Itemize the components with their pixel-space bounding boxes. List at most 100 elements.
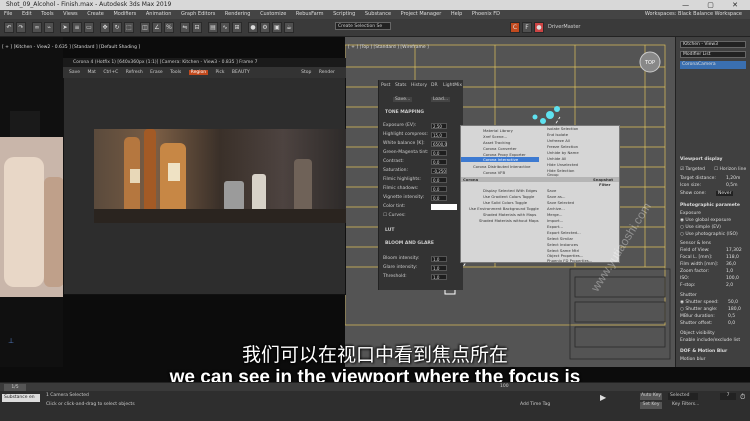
shutter-angle-value[interactable]: 180,0 bbox=[728, 307, 741, 312]
quad-item-select-similar[interactable]: Select Similar bbox=[547, 236, 573, 241]
vfb-tools-button[interactable]: Tools bbox=[170, 70, 181, 75]
rect-select-icon[interactable]: ▭ bbox=[84, 22, 94, 33]
photographic-rollout[interactable]: Photographic paramete bbox=[680, 203, 740, 208]
select-icon[interactable]: ➤ bbox=[60, 22, 70, 33]
quad-item-export-selected[interactable]: Export Selected... bbox=[547, 230, 581, 235]
selected-dropdown[interactable]: Selected bbox=[668, 393, 698, 400]
quad-item-shaded-without-maps[interactable]: Shaded Materials without Maps bbox=[479, 218, 539, 223]
modifier-list-dropdown[interactable]: Modifier List bbox=[680, 51, 746, 58]
menu-rendering[interactable]: Rendering bbox=[225, 11, 251, 17]
scale-icon[interactable]: ⬚ bbox=[124, 22, 134, 33]
quad-item-shaded-with-maps[interactable]: Shaded Materials with Maps bbox=[483, 212, 536, 217]
highlight-compress-value[interactable]: 15,0 bbox=[431, 132, 447, 138]
bloom-intensity-value[interactable]: 1,0 bbox=[431, 256, 447, 262]
auto-key-button[interactable]: Auto Key bbox=[640, 393, 662, 400]
menu-graph-editors[interactable]: Graph Editors bbox=[181, 11, 215, 17]
targeted-checkbox[interactable]: ☑ Targeted bbox=[680, 167, 705, 172]
quad-item-unfreeze-all[interactable]: Unfreeze All bbox=[547, 138, 570, 143]
render-icon[interactable]: ☕ bbox=[284, 22, 294, 33]
show-cone-dropdown[interactable]: Never bbox=[716, 191, 734, 196]
vfb-tab-stats[interactable]: Stats bbox=[395, 83, 407, 88]
exposure-param-value[interactable]: 2,50 bbox=[431, 123, 447, 129]
redo-icon[interactable]: ↷ bbox=[16, 22, 26, 33]
quad-item-corona-converter[interactable]: Corona Converter bbox=[483, 146, 517, 151]
quad-item-unhide-all[interactable]: Unhide All bbox=[547, 156, 566, 161]
script-listener[interactable]: Substance en bbox=[2, 394, 40, 402]
tm-load-button[interactable]: Load... bbox=[431, 97, 451, 102]
color-tint-swatch[interactable] bbox=[431, 204, 457, 210]
object-name-field[interactable]: Kitchen - View3 bbox=[680, 41, 746, 48]
vfb-save-button[interactable]: Save bbox=[69, 70, 80, 75]
angle-snap-icon[interactable]: ∠ bbox=[152, 22, 162, 33]
menu-substance[interactable]: Substance bbox=[365, 11, 391, 17]
percent-snap-icon[interactable]: % bbox=[164, 22, 174, 33]
link-icon[interactable]: ∞ bbox=[32, 22, 42, 33]
target-distance-value[interactable]: 1,20m bbox=[726, 176, 740, 181]
quad-item-isolate-selection[interactable]: Isolate Selection bbox=[547, 126, 578, 131]
spinner-box[interactable]: 1/5 bbox=[4, 384, 26, 391]
saturation-value[interactable]: -0,250 bbox=[431, 168, 447, 174]
zoom-factor-value[interactable]: 1,0 bbox=[726, 269, 733, 274]
quad-item-display-edges[interactable]: Display Selected With Edges bbox=[483, 188, 537, 193]
horizon-line-checkbox[interactable]: ☐ Horizon line bbox=[714, 167, 746, 172]
menu-create[interactable]: Create bbox=[87, 11, 104, 17]
quad-item-select-instances[interactable]: Select Instances bbox=[547, 242, 578, 247]
unlink-icon[interactable]: ⌁ bbox=[44, 22, 54, 33]
quad-item-xref-scene[interactable]: Xref Scene... bbox=[483, 134, 507, 139]
bloom-glare-header[interactable]: BLOOM AND GLARE bbox=[385, 241, 434, 246]
set-key-button[interactable]: Set Key bbox=[640, 402, 662, 409]
menu-rebusfarm[interactable]: RebusFarm bbox=[296, 11, 324, 17]
vfb-pass-dropdown[interactable]: BEAUTY bbox=[232, 70, 250, 75]
vfb-erase-button[interactable]: Erase bbox=[150, 70, 163, 75]
quad-item-save-as[interactable]: Save as... bbox=[547, 194, 565, 199]
menu-project-manager[interactable]: Project Manager bbox=[401, 11, 442, 17]
filmic-highlights-value[interactable]: 0,0 bbox=[431, 177, 447, 183]
schematic-icon[interactable]: ⊞ bbox=[232, 22, 242, 33]
menu-file[interactable]: File bbox=[4, 11, 12, 17]
modifier-stack-item[interactable]: CoronaCamera bbox=[680, 61, 746, 69]
exposure-simple-radio[interactable]: ○ Use simple (EV) bbox=[680, 225, 721, 230]
quad-item-material-library[interactable]: Material Library bbox=[483, 128, 513, 133]
quad-item-gradient-colors[interactable]: Use Gradient Colors Toggle bbox=[483, 194, 534, 199]
corona-icon[interactable]: C bbox=[510, 22, 520, 33]
layer-icon[interactable]: ▤ bbox=[208, 22, 218, 33]
left-viewport-label[interactable]: [ + ] [Kitchen - View2 - 0.635 ] [Standa… bbox=[2, 45, 140, 50]
undo-icon[interactable]: ↶ bbox=[4, 22, 14, 33]
vfb-tab-lightmix[interactable]: LightMix bbox=[443, 83, 462, 88]
curve-editor-icon[interactable]: ∿ bbox=[220, 22, 230, 33]
iso-value[interactable]: 100,0 bbox=[726, 276, 739, 281]
quad-item-corona-vfb[interactable]: Corona VFB bbox=[483, 170, 505, 175]
mirror-icon[interactable]: ⇋ bbox=[180, 22, 190, 33]
align-icon[interactable]: ⊟ bbox=[192, 22, 202, 33]
render-frame-icon[interactable]: ▣ bbox=[272, 22, 282, 33]
vfb-tab-history[interactable]: History bbox=[411, 83, 427, 88]
shutter-offset-value[interactable]: 0,0 bbox=[728, 321, 735, 326]
filmic-shadows-value[interactable]: 0,0 bbox=[431, 186, 447, 192]
top-viewport-label[interactable]: [ + ] [Top ] [Standard ] [Wireframe ] bbox=[348, 45, 429, 50]
quad-item-solid-colors[interactable]: Use Solid Colors Toggle bbox=[483, 200, 527, 205]
curves-checkbox[interactable]: ☐ Curves: bbox=[383, 213, 406, 218]
focal-length-value[interactable]: 118,0 bbox=[726, 255, 739, 260]
current-frame-field[interactable]: 7 bbox=[720, 393, 736, 400]
lut-header[interactable]: LUT bbox=[385, 228, 394, 233]
menu-views[interactable]: Views bbox=[63, 11, 77, 17]
time-config-icon[interactable]: ⏱ bbox=[740, 393, 745, 402]
quad-item-phoenix-properties[interactable]: Phoenix FD Properties... bbox=[547, 258, 592, 262]
exposure-global-radio[interactable]: ◉ Use global exposure bbox=[680, 218, 731, 223]
menu-modifiers[interactable]: Modifiers bbox=[113, 11, 136, 17]
quad-item-archive[interactable]: Archive... bbox=[547, 206, 565, 211]
workspace-selector[interactable]: Workspaces: Black Balance Workspace bbox=[645, 10, 742, 19]
quad-item-import[interactable]: Import... bbox=[547, 218, 563, 223]
quad-item-export[interactable]: Export... bbox=[547, 224, 563, 229]
left-viewport[interactable]: ⊥ bbox=[0, 37, 63, 367]
menu-tools[interactable]: Tools bbox=[41, 11, 53, 17]
quad-item-end-isolate[interactable]: End Isolate bbox=[547, 132, 568, 137]
vfb-stop-button[interactable]: Stop bbox=[301, 70, 311, 75]
mblur-duration-value[interactable]: 0,5 bbox=[728, 314, 735, 319]
contrast-value[interactable]: 0,0 bbox=[431, 159, 447, 165]
select-by-name-icon[interactable]: ≡ bbox=[72, 22, 82, 33]
vfb-region-button[interactable]: Region bbox=[188, 70, 209, 75]
selection-set-dropdown[interactable]: Create Selection Se bbox=[335, 22, 391, 30]
quad-item-unhide-by-name[interactable]: Unhide by Name bbox=[547, 150, 579, 155]
vfb-render-button[interactable]: Render bbox=[319, 70, 335, 75]
